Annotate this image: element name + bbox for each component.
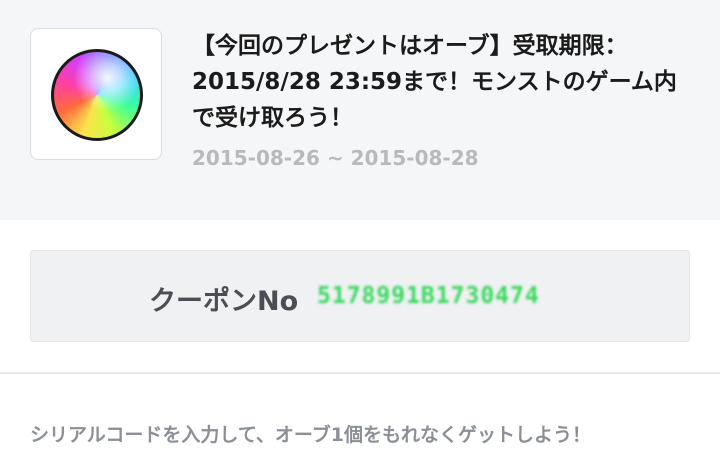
- present-thumbnail: [30, 28, 162, 160]
- present-header: 【今回のプレゼントはオーブ】受取期限：2015/8/28 23:59まで！モンス…: [0, 0, 720, 220]
- section-divider: [0, 372, 720, 374]
- present-date-range: 2015-08-26 ~ 2015-08-28: [192, 146, 479, 170]
- coupon-label: クーポンNo: [149, 286, 299, 317]
- instruction-text: シリアルコードを入力して、オーブ1個をもれなくゲットしよう！: [30, 424, 591, 446]
- coupon-box[interactable]: クーポンNo 5178991B1730474: [30, 250, 690, 342]
- coupon-code[interactable]: 5178991B1730474: [317, 283, 540, 309]
- present-title: 【今回のプレゼントはオーブ】受取期限：2015/8/28 23:59まで！モンス…: [192, 33, 677, 131]
- orb-icon: [51, 49, 143, 141]
